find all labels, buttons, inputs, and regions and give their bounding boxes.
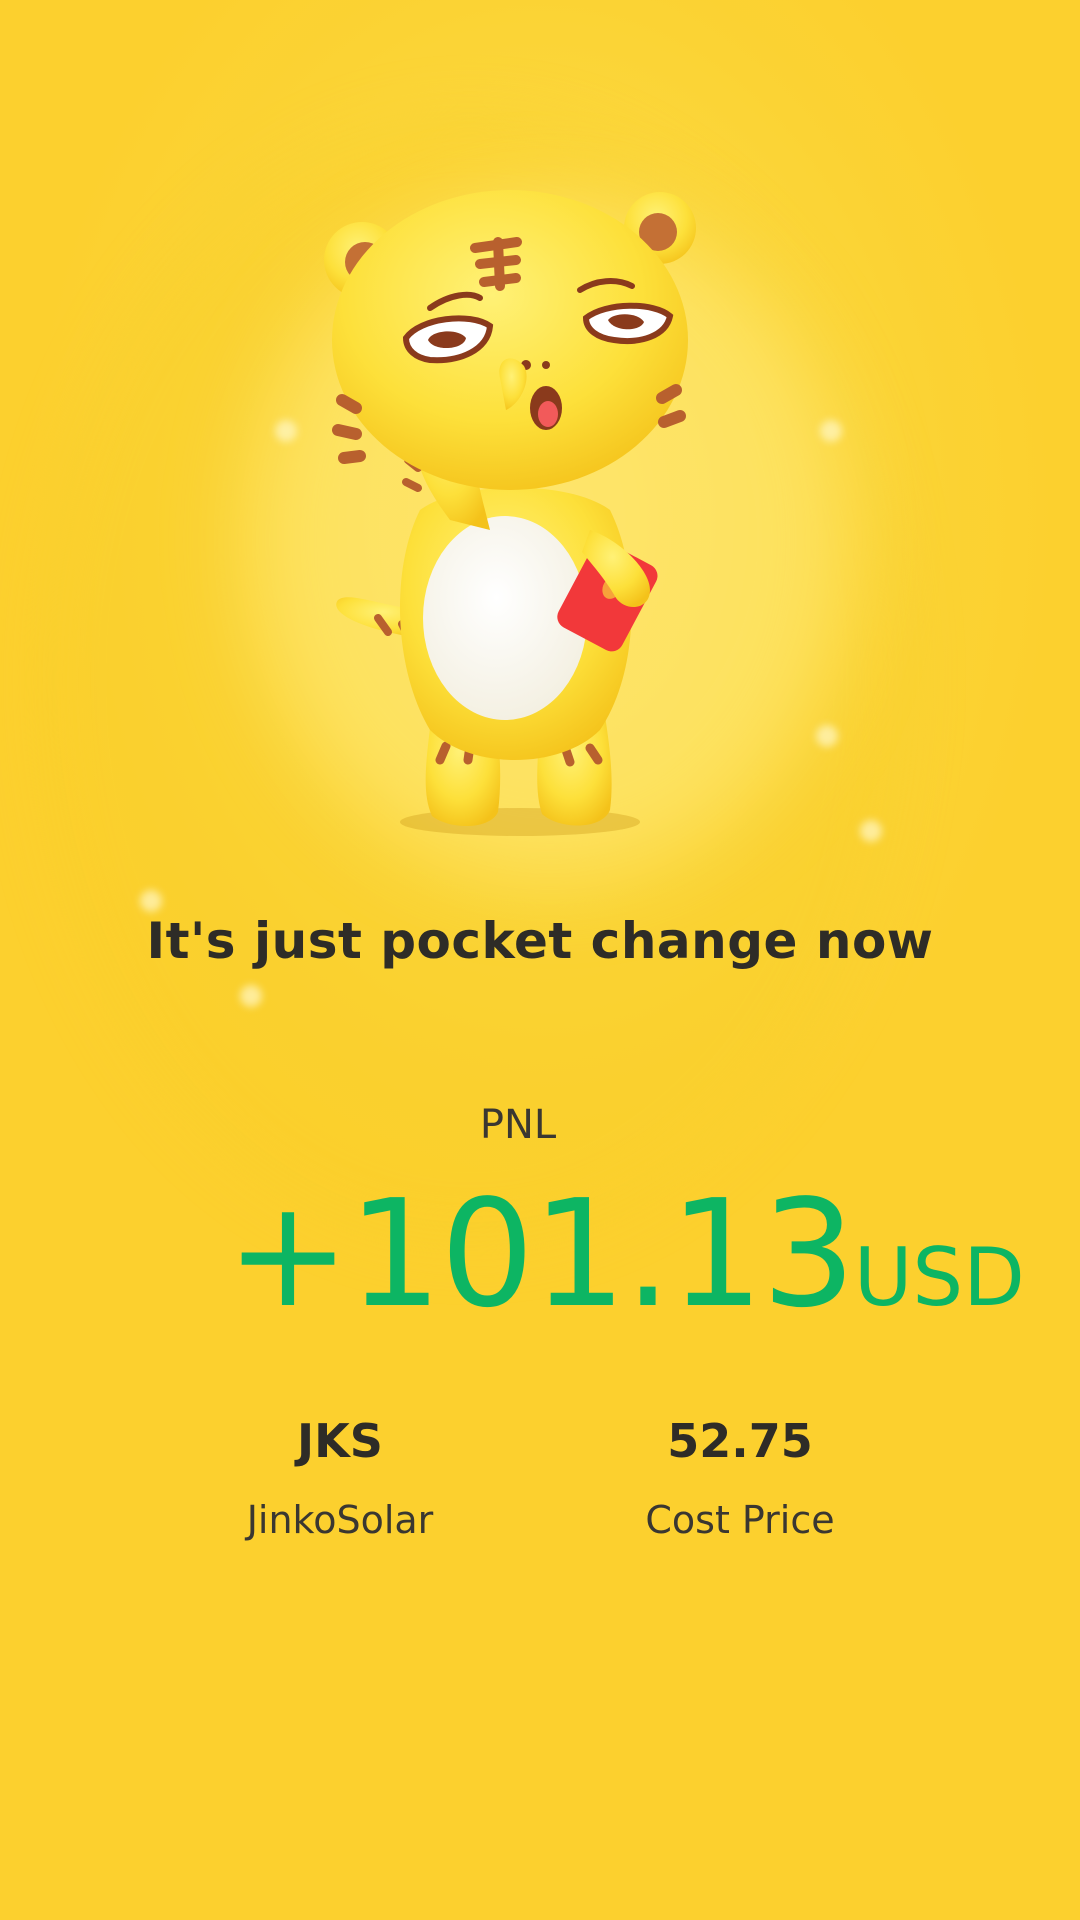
company-name: JinkoSolar: [246, 1498, 434, 1542]
stat-cost-price: 52.75 Cost Price: [580, 1414, 900, 1542]
pnl-value: +101.13USD: [226, 1180, 1025, 1328]
tiger-mascot-icon: [324, 190, 696, 836]
sparkle: [240, 985, 262, 1007]
sparkle: [820, 420, 842, 442]
pnl-label: PNL: [479, 1102, 557, 1148]
sparkle: [140, 890, 162, 912]
sparkle: [275, 420, 297, 442]
pnl-amount: +101.13: [226, 1168, 856, 1340]
ticker-symbol: JKS: [297, 1414, 383, 1468]
cost-price-label: Cost Price: [645, 1498, 835, 1542]
sparkle: [816, 725, 838, 747]
sparkle: [860, 820, 882, 842]
stat-ticker: JKS JinkoSolar: [180, 1414, 500, 1542]
pnl-currency: USD: [853, 1231, 1025, 1324]
headline: It's just pocket change now: [146, 912, 934, 970]
cost-price-value: 52.75: [667, 1414, 813, 1468]
